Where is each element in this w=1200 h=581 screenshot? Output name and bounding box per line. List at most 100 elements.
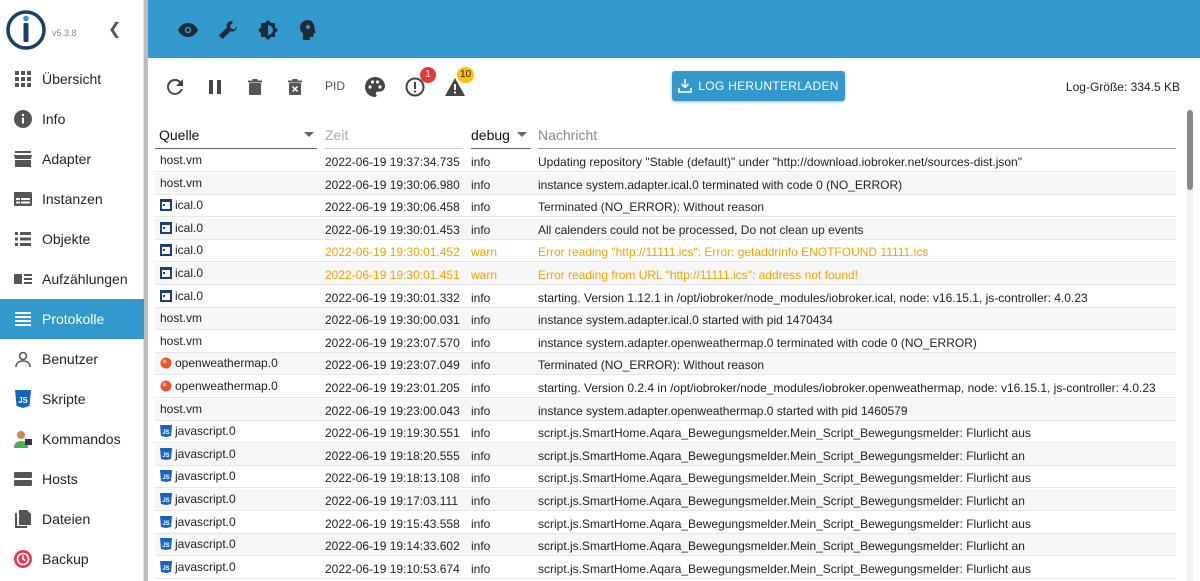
log-row[interactable]: JS javascript.0 2022-06-19 19:18:20.555 inf… bbox=[155, 443, 1176, 466]
log-row[interactable]: openweathermap.0 2022-06-19 19:23:01.205 i… bbox=[155, 376, 1176, 398]
info-icon bbox=[12, 108, 34, 130]
log-row[interactable]: host.vm 2022-06-19 19:30:00.031 info instan… bbox=[155, 308, 1176, 331]
log-row[interactable]: ical.0 2022-06-19 19:30:01.453 info All cal… bbox=[155, 217, 1176, 240]
log-message: All calenders could not be processed, Do… bbox=[538, 222, 864, 237]
log-source-label: javascript.0 bbox=[175, 424, 236, 439]
severity-dropdown-icon[interactable] bbox=[517, 132, 527, 137]
top-app-bar bbox=[148, 0, 1200, 58]
log-severity: info bbox=[471, 200, 491, 215]
sidebar-item-objekte[interactable]: Objekte bbox=[0, 219, 144, 259]
sidebar-item-backup[interactable]: Backup bbox=[0, 539, 144, 579]
log-row[interactable]: host.vm 2022-06-19 19:37:34.735 info Updati… bbox=[155, 150, 1176, 172]
log-source-label: javascript.0 bbox=[175, 514, 236, 529]
log-time: 2022-06-19 19:23:07.570 bbox=[325, 335, 460, 350]
enum-icon bbox=[12, 268, 34, 290]
log-time: 2022-06-19 19:30:01.451 bbox=[325, 268, 460, 282]
message-filter-input[interactable]: Nachricht bbox=[538, 127, 597, 143]
log-icon bbox=[12, 308, 34, 330]
log-row[interactable]: ical.0 2022-06-19 19:30:01.451 warn Error r… bbox=[155, 263, 1176, 285]
severity-filter-select[interactable]: debug bbox=[471, 127, 510, 143]
log-source-label: javascript.0 bbox=[175, 537, 236, 552]
log-time: 2022-06-19 19:30:01.453 bbox=[325, 222, 460, 237]
source-dropdown-icon[interactable] bbox=[304, 132, 314, 137]
download-log-label: LOG HERUNTERLADEN bbox=[698, 79, 839, 93]
sidebar-item-hosts[interactable]: Hosts bbox=[0, 459, 144, 499]
log-time: 2022-06-19 19:30:06.980 bbox=[325, 177, 460, 192]
table-scrollbar-thumb[interactable] bbox=[1187, 110, 1193, 190]
sidebar-item-benutzer[interactable]: Benutzer bbox=[0, 339, 144, 379]
log-row[interactable]: host.vm 2022-06-19 19:23:07.570 info instan… bbox=[155, 331, 1176, 353]
sidebar-item-instanzen[interactable]: Instanzen bbox=[0, 179, 144, 219]
collapse-sidebar-icon[interactable]: ❮ bbox=[108, 22, 121, 38]
log-row[interactable]: ical.0 2022-06-19 19:30:01.332 info startin… bbox=[155, 286, 1176, 308]
sidebar-item-label: Aufzählungen bbox=[42, 271, 128, 287]
sidebar-item-übersicht[interactable]: Übersicht bbox=[0, 59, 144, 99]
sidebar-item-kommandos[interactable]: Kommandos bbox=[0, 419, 144, 459]
download-log-button[interactable]: LOG HERUNTERLADEN bbox=[672, 71, 845, 101]
delete-log-file-icon[interactable] bbox=[283, 75, 307, 99]
log-row[interactable]: openweathermap.0 2022-06-19 19:23:07.049 i… bbox=[155, 353, 1176, 376]
sidebar-item-info[interactable]: Info bbox=[0, 99, 144, 139]
brightness-icon[interactable] bbox=[256, 18, 280, 42]
log-source: ical.0 bbox=[160, 266, 203, 280]
table-scrollbar-track[interactable] bbox=[1187, 150, 1193, 581]
log-row[interactable]: host.vm 2022-06-19 19:30:06.980 info instan… bbox=[155, 172, 1176, 195]
log-row[interactable]: ical.0 2022-06-19 19:30:01.452 warn Error r… bbox=[155, 240, 1176, 263]
palette-icon[interactable] bbox=[363, 75, 387, 99]
log-source: JS javascript.0 bbox=[160, 515, 236, 529]
pid-toggle[interactable]: PID bbox=[325, 79, 345, 93]
sidebar-item-dateien[interactable]: Dateien bbox=[0, 499, 144, 539]
svg-text:JS: JS bbox=[162, 566, 169, 572]
log-row[interactable]: JS javascript.0 2022-06-19 19:19:30.551 inf… bbox=[155, 421, 1176, 444]
eye-icon[interactable] bbox=[176, 18, 200, 42]
svg-text:JS: JS bbox=[162, 543, 169, 549]
log-source: ical.0 bbox=[160, 198, 203, 212]
log-row[interactable]: JS javascript.0 2022-06-19 19:14:33.602 inf… bbox=[155, 534, 1176, 557]
log-message: Error reading from URL "http://11111.ics… bbox=[538, 268, 859, 282]
javascript-adapter-icon: JS bbox=[160, 470, 172, 483]
log-source-label: javascript.0 bbox=[175, 559, 236, 574]
log-source-label: ical.0 bbox=[175, 243, 204, 258]
source-filter-select[interactable]: Quelle bbox=[159, 127, 199, 143]
javascript-adapter-icon: JS bbox=[160, 538, 172, 551]
log-source-label: ical.0 bbox=[175, 198, 204, 213]
sidebar-item-protokolle[interactable]: Protokolle bbox=[0, 299, 144, 339]
warning-count-badge: 10 bbox=[457, 67, 475, 83]
log-source: host.vm bbox=[160, 176, 202, 190]
javascript-adapter-icon: JS bbox=[160, 515, 172, 528]
delete-icon[interactable] bbox=[243, 75, 267, 99]
log-severity: info bbox=[471, 448, 491, 463]
refresh-icon[interactable] bbox=[163, 75, 187, 99]
log-source: host.vm bbox=[160, 334, 202, 348]
log-row[interactable]: JS javascript.0 2022-06-19 19:18:13.108 inf… bbox=[155, 466, 1176, 489]
log-row[interactable]: JS javascript.0 2022-06-19 19:10:53.674 inf… bbox=[155, 557, 1176, 579]
log-message: instance system.adapter.ical.0 terminate… bbox=[538, 177, 903, 192]
log-source: host.vm bbox=[160, 153, 202, 167]
sidebar-item-label: Backup bbox=[42, 551, 89, 567]
time-column-header: Zeit bbox=[325, 127, 349, 143]
log-time: 2022-06-19 19:30:00.031 bbox=[325, 313, 460, 328]
log-message: Updating repository "Stable (default)" u… bbox=[538, 155, 1022, 169]
log-row[interactable]: JS javascript.0 2022-06-19 19:17:03.111 inf… bbox=[155, 489, 1176, 511]
sidebar-item-skripte[interactable]: JS Skripte bbox=[0, 379, 144, 419]
error-count-badge: 1 bbox=[420, 67, 436, 83]
log-severity: info bbox=[471, 290, 491, 305]
log-time: 2022-06-19 19:23:07.049 bbox=[325, 358, 460, 373]
iobroker-logo[interactable] bbox=[6, 10, 46, 50]
version-label: v5.3.8 bbox=[52, 28, 77, 38]
pause-icon[interactable] bbox=[203, 75, 227, 99]
sidebar-item-adapter[interactable]: Adapter bbox=[0, 139, 144, 179]
wrench-icon[interactable] bbox=[216, 18, 240, 42]
log-table: Quelle Zeit debug Nachricht host.vm 2022-… bbox=[155, 118, 1190, 581]
log-row[interactable]: JS javascript.0 2022-06-19 19:15:43.558 inf… bbox=[155, 512, 1176, 534]
sidebar-item-label: Dateien bbox=[42, 511, 91, 527]
backup-icon bbox=[12, 548, 34, 570]
log-severity: info bbox=[471, 561, 491, 576]
sidebar-item-aufzählungen[interactable]: Aufzählungen bbox=[0, 259, 144, 299]
log-row[interactable]: host.vm 2022-06-19 19:23:00.043 info instan… bbox=[155, 398, 1176, 421]
log-row[interactable]: ical.0 2022-06-19 19:30:06.458 info Termina… bbox=[155, 195, 1176, 218]
log-source-label: host.vm bbox=[160, 401, 203, 416]
expert-mode-icon[interactable] bbox=[296, 18, 320, 42]
log-time: 2022-06-19 19:10:53.674 bbox=[325, 561, 460, 576]
log-time: 2022-06-19 19:23:00.043 bbox=[325, 403, 460, 418]
